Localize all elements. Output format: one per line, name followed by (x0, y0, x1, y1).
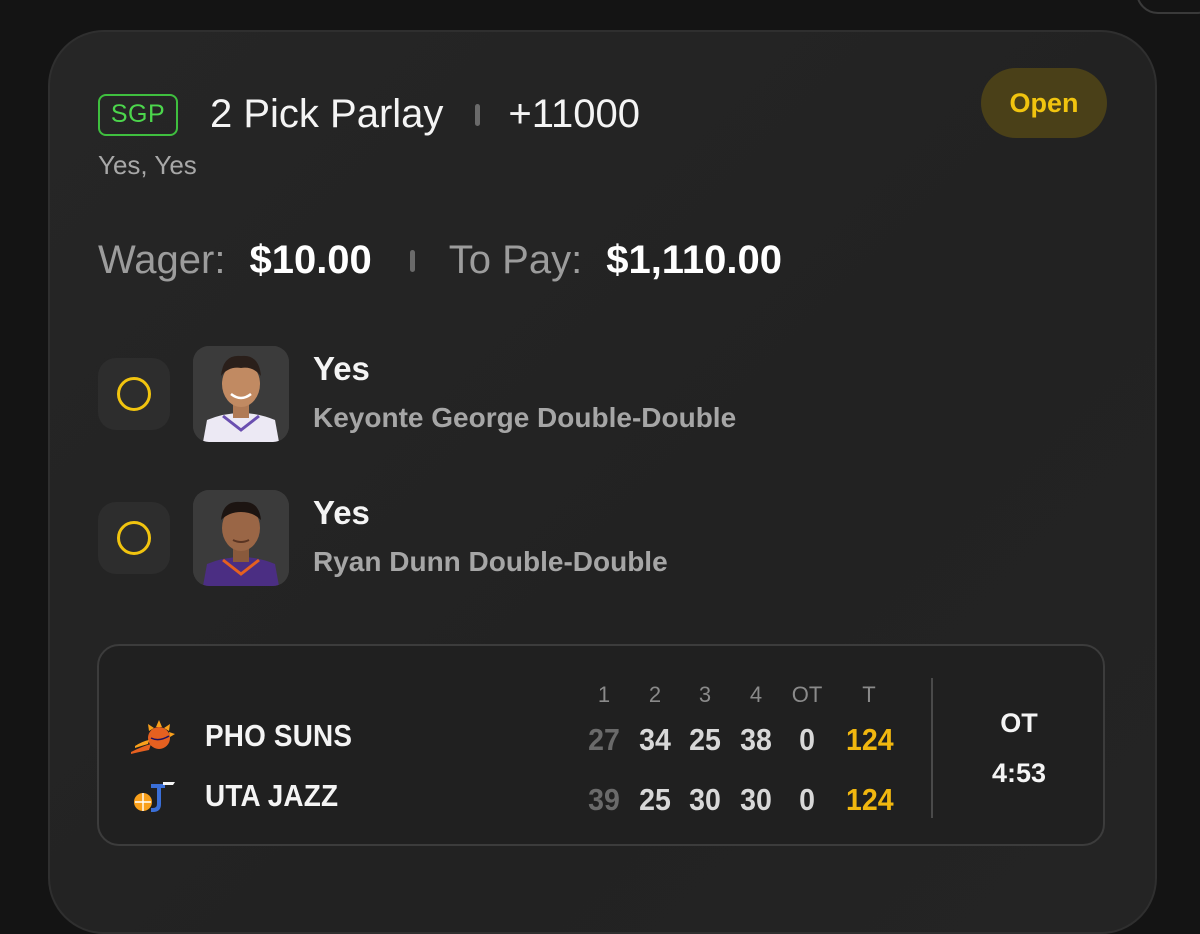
total-score: 124 (846, 722, 894, 757)
score-cell: 0 (799, 782, 815, 817)
score-cell: 39 (588, 782, 620, 817)
wager-label: Wager: (98, 238, 226, 282)
payout-value: $1,110.00 (606, 238, 782, 282)
score-cell: 30 (740, 782, 772, 817)
bet-leg[interactable]: Yes Ryan Dunn Double-Double (98, 490, 898, 586)
team-name: UTA JAZZ (205, 778, 339, 813)
period-header: 1 (597, 682, 611, 707)
leg-pick: Yes (313, 494, 370, 531)
period-header: 3 (698, 682, 712, 707)
total-score: 124 (846, 782, 894, 817)
pending-circle-icon (117, 521, 151, 555)
scoreboard-divider (931, 678, 933, 818)
score-cell: 34 (639, 722, 671, 757)
period-header: OT (791, 682, 823, 707)
sgp-badge: SGP (98, 93, 178, 136)
period-header: T (862, 682, 876, 707)
payout-label: To Pay: (448, 238, 583, 282)
bet-title: 2 Pick Parlay (210, 92, 444, 136)
player-headshot-icon (193, 490, 289, 586)
team-name: PHO SUNS (205, 718, 353, 753)
wager-value: $10.00 (249, 238, 372, 282)
score-cell: 27 (588, 722, 620, 757)
period-header: 2 (648, 682, 662, 707)
leg-description: Ryan Dunn Double-Double (313, 546, 668, 577)
game-clock: 4:53 (991, 758, 1047, 788)
jazz-logo-icon (134, 782, 175, 812)
bet-odds: +11000 (508, 92, 641, 136)
score-cell: 38 (740, 722, 772, 757)
leg-description: Keyonte George Double-Double (313, 402, 737, 433)
bet-leg[interactable]: Yes Keyonte George Double-Double (98, 346, 898, 442)
top-right-decoration (1136, 0, 1200, 14)
score-cell: 25 (639, 782, 671, 817)
wager-summary: Wager: $10.00 To Pay: $1,110.00 (98, 238, 782, 283)
team-row-home: PHO SUNS (129, 716, 369, 756)
wager-divider (409, 249, 415, 272)
bet-header: SGP 2 Pick Parlay +11000 (98, 92, 640, 137)
header-divider (475, 103, 481, 126)
score-cell: 30 (689, 782, 721, 817)
team-row-away: UTA JAZZ (129, 776, 353, 816)
leg-status-indicator (98, 358, 170, 430)
leg-pick: Yes (313, 350, 370, 387)
bet-subtitle: Yes, Yes (98, 150, 197, 180)
game-period: OT (1000, 708, 1038, 738)
suns-logo-icon (131, 720, 175, 754)
player-headshot-icon (193, 346, 289, 442)
status-badge: Open (981, 68, 1107, 138)
score-cell: 25 (689, 722, 721, 757)
game-scoreboard[interactable]: 1 2 3 4 OT T PHO SUNS 27 34 25 38 0 124 … (97, 644, 1105, 846)
pending-circle-icon (117, 377, 151, 411)
score-cell: 0 (799, 722, 815, 757)
period-header: 4 (749, 682, 763, 707)
bet-card[interactable]: SGP 2 Pick Parlay +11000 Yes, Yes Open W… (48, 30, 1157, 934)
leg-status-indicator (98, 502, 170, 574)
